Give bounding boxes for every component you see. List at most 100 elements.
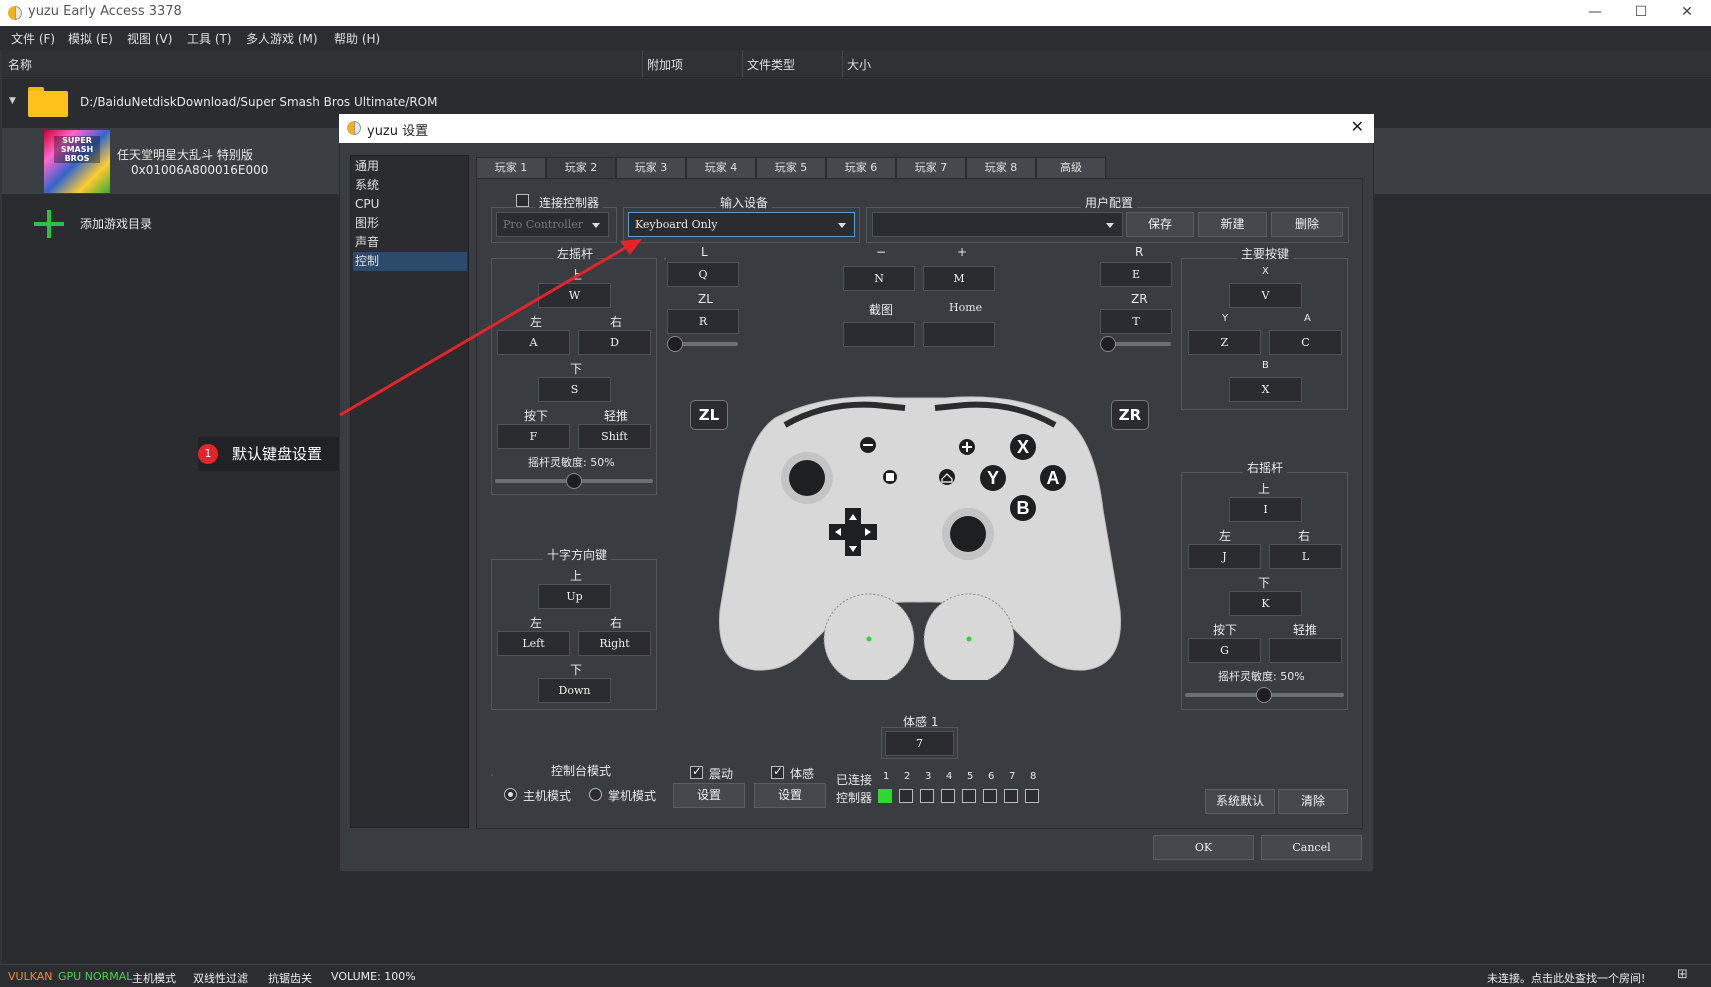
rs-press-button[interactable]: G bbox=[1188, 638, 1261, 663]
close-button[interactable]: ✕ bbox=[1664, 0, 1710, 26]
folder-path[interactable]: D:/BaiduNetdiskDownload/Super Smash Bros… bbox=[80, 95, 437, 109]
home-button[interactable] bbox=[923, 322, 995, 347]
column-filetype[interactable]: 文件类型 bbox=[747, 56, 795, 73]
delete-profile-button[interactable]: 删除 bbox=[1271, 212, 1343, 237]
motion-button[interactable]: 7 bbox=[885, 731, 954, 756]
nav-general[interactable]: 通用 bbox=[353, 157, 467, 176]
face-x-button[interactable]: V bbox=[1229, 283, 1302, 308]
minimize-button[interactable]: — bbox=[1572, 0, 1618, 26]
profile-select[interactable] bbox=[872, 212, 1123, 237]
cancel-button[interactable]: Cancel bbox=[1261, 835, 1362, 860]
status-gpu[interactable]: GPU NORMAL bbox=[58, 970, 132, 983]
player-2-indicator[interactable] bbox=[899, 789, 913, 803]
save-profile-button[interactable]: 保存 bbox=[1126, 212, 1194, 237]
l-button[interactable]: Q bbox=[667, 262, 739, 287]
menu-file[interactable]: 文件 (F) bbox=[11, 30, 55, 47]
rs-modifier-button[interactable] bbox=[1269, 638, 1342, 663]
face-b-button[interactable]: X bbox=[1229, 377, 1302, 402]
minus-button[interactable]: N bbox=[843, 266, 915, 291]
expand-arrow-icon[interactable]: ▼ bbox=[9, 96, 16, 106]
handheld-radio[interactable] bbox=[589, 788, 602, 801]
tab-player-6[interactable]: 玩家 6 bbox=[826, 157, 896, 179]
player-1-indicator[interactable] bbox=[878, 789, 892, 803]
tab-player-1[interactable]: 玩家 1 bbox=[476, 157, 546, 179]
player-5-indicator[interactable] bbox=[962, 789, 976, 803]
connect-controller-checkbox[interactable] bbox=[516, 194, 529, 207]
ok-button[interactable]: OK bbox=[1153, 835, 1254, 860]
add-icon[interactable] bbox=[34, 210, 64, 238]
player-4-indicator[interactable] bbox=[941, 789, 955, 803]
vibration-settings-button[interactable]: 设置 bbox=[673, 783, 745, 808]
tab-player-5[interactable]: 玩家 5 bbox=[756, 157, 826, 179]
tab-player-8[interactable]: 玩家 8 bbox=[966, 157, 1036, 179]
dialog-close-button[interactable]: ✕ bbox=[1351, 117, 1364, 136]
dpad-down-button[interactable]: Down bbox=[538, 678, 611, 703]
tab-player-2[interactable]: 玩家 2 bbox=[546, 157, 616, 180]
rs-down-button[interactable]: K bbox=[1229, 591, 1302, 616]
rs-sensitivity-handle[interactable] bbox=[1256, 687, 1272, 703]
motion-settings-button[interactable]: 设置 bbox=[754, 783, 826, 808]
tab-player-3[interactable]: 玩家 3 bbox=[616, 157, 686, 179]
player-8-indicator[interactable] bbox=[1025, 789, 1039, 803]
player-number-6: 6 bbox=[988, 771, 995, 782]
zl-threshold-handle[interactable] bbox=[667, 336, 683, 352]
status-vulkan[interactable]: VULKAN bbox=[8, 970, 52, 983]
defaults-button[interactable]: 系统默认 bbox=[1205, 789, 1275, 814]
zr-threshold-handle[interactable] bbox=[1100, 336, 1116, 352]
docked-radio[interactable] bbox=[504, 788, 517, 801]
plus-button[interactable]: M bbox=[923, 266, 995, 291]
nav-graphics[interactable]: 图形 bbox=[353, 214, 467, 233]
menu-tools[interactable]: 工具 (T) bbox=[187, 30, 232, 47]
menu-multiplayer[interactable]: 多人游戏 (M) bbox=[246, 30, 318, 47]
status-mode[interactable]: 主机模式 bbox=[132, 970, 176, 986]
multiplayer-status-icon[interactable]: ⊞ bbox=[1677, 967, 1688, 982]
ls-modifier-button[interactable]: Shift bbox=[578, 424, 651, 449]
ls-press-button[interactable]: F bbox=[497, 424, 570, 449]
motion-checkbox[interactable] bbox=[771, 764, 784, 779]
menu-view[interactable]: 视图 (V) bbox=[127, 30, 172, 47]
face-a-label: A bbox=[1304, 313, 1311, 324]
profile-label: 用户配置 bbox=[1081, 194, 1138, 211]
player-3-indicator[interactable] bbox=[920, 789, 934, 803]
vibration-checkbox[interactable] bbox=[690, 764, 703, 779]
controller-type-select[interactable]: Pro Controller bbox=[496, 212, 609, 237]
dpad-right-button[interactable]: Right bbox=[578, 631, 651, 656]
zr-button[interactable]: T bbox=[1100, 309, 1172, 334]
face-y-button[interactable]: Z bbox=[1188, 330, 1261, 355]
yuzu-logo-icon bbox=[347, 121, 361, 135]
r-button[interactable]: E bbox=[1100, 262, 1172, 287]
dpad-up-button[interactable]: Up bbox=[538, 584, 611, 609]
menu-help[interactable]: 帮助 (H) bbox=[334, 30, 380, 47]
nav-system[interactable]: 系统 bbox=[353, 176, 467, 195]
rs-right-button[interactable]: L bbox=[1269, 544, 1342, 569]
dpad-left-button[interactable]: Left bbox=[497, 631, 570, 656]
dpad-up-label: 上 bbox=[570, 569, 583, 583]
nav-cpu[interactable]: CPU bbox=[353, 195, 467, 214]
status-filter[interactable]: 双线性过滤 bbox=[193, 970, 248, 986]
maximize-button[interactable]: ☐ bbox=[1618, 0, 1664, 26]
status-volume[interactable]: VOLUME: 100% bbox=[331, 970, 416, 983]
rs-press-label: 按下 bbox=[1213, 623, 1238, 637]
pro-controller-image: X Y A B bbox=[718, 396, 1122, 680]
input-device-select[interactable]: Keyboard Only bbox=[628, 212, 855, 237]
status-room[interactable]: 未连接。点击此处查找一个房间! bbox=[1487, 970, 1645, 986]
tab-advanced[interactable]: 高级 bbox=[1036, 157, 1106, 179]
player-7-indicator[interactable] bbox=[1004, 789, 1018, 803]
column-size[interactable]: 大小 bbox=[847, 56, 871, 73]
column-addons[interactable]: 附加项 bbox=[647, 56, 683, 73]
status-aa[interactable]: 抗锯齿关 bbox=[268, 970, 312, 986]
rs-left-button[interactable]: J bbox=[1188, 544, 1261, 569]
column-name[interactable]: 名称 bbox=[8, 56, 32, 73]
ls-sensitivity-handle[interactable] bbox=[566, 473, 582, 489]
tab-player-4[interactable]: 玩家 4 bbox=[686, 157, 756, 179]
face-a-button[interactable]: C bbox=[1269, 330, 1342, 355]
menu-emulation[interactable]: 模拟 (E) bbox=[68, 30, 113, 47]
capture-button[interactable] bbox=[843, 322, 915, 347]
new-profile-button[interactable]: 新建 bbox=[1198, 212, 1267, 237]
player-6-indicator[interactable] bbox=[983, 789, 997, 803]
zl-button[interactable]: R bbox=[667, 309, 739, 334]
rs-up-button[interactable]: I bbox=[1229, 497, 1302, 522]
tab-player-7[interactable]: 玩家 7 bbox=[896, 157, 966, 179]
clear-button[interactable]: 清除 bbox=[1278, 789, 1348, 814]
add-game-dir[interactable]: 添加游戏目录 bbox=[80, 215, 152, 232]
